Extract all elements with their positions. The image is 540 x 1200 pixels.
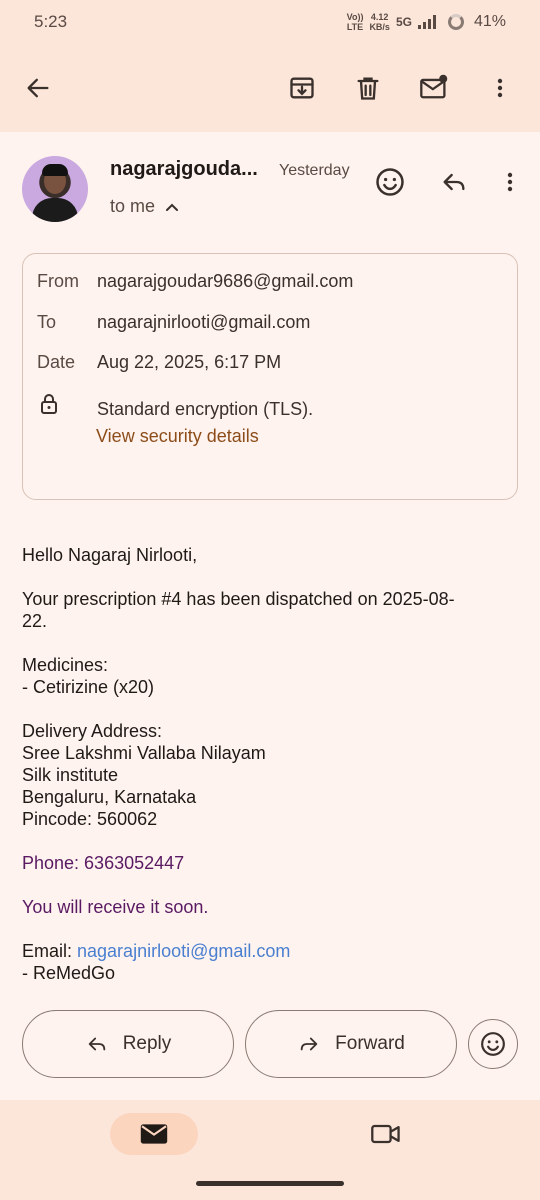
reply-icon[interactable] xyxy=(434,162,474,202)
battery-percent: 41% xyxy=(473,13,506,30)
from-label: From xyxy=(37,271,79,291)
network-type: 5G xyxy=(395,15,412,29)
video-camera-icon xyxy=(371,1124,400,1144)
back-arrow-icon[interactable] xyxy=(18,68,58,108)
chevron-up-icon xyxy=(166,203,179,211)
status-icons: Vo)) LTE 4.12 KB/s 5G 41% xyxy=(347,12,506,32)
message-time: Yesterday xyxy=(279,162,350,179)
network-speed: 4.12 KB/s xyxy=(369,12,390,32)
to-value[interactable]: nagarajnirlooti@gmail.com xyxy=(97,312,310,332)
reply-label: Reply xyxy=(122,1033,172,1054)
phone-line: Phone: 6363052447 xyxy=(22,853,185,873)
medicines-paragraph: Medicines: - Cetirizine (x20) xyxy=(22,654,522,698)
email-link[interactable]: nagarajnirlooti@gmail.com xyxy=(77,941,290,961)
signal-icon xyxy=(417,15,436,29)
receive-line: You will receive it soon. xyxy=(22,897,209,917)
sender-name[interactable]: nagarajgouda... xyxy=(110,158,258,181)
reply-actions: Reply Forward xyxy=(22,1010,522,1078)
address-label: Delivery Address: xyxy=(22,721,163,741)
message-details-card: From nagarajgoudar9686@gmail.com To nagara… xyxy=(22,253,518,500)
from-value[interactable]: nagarajgoudar9686@gmail.com xyxy=(97,271,353,291)
date-label: Date xyxy=(37,352,76,372)
emoji-react-icon[interactable] xyxy=(370,162,410,202)
detail-from: From nagarajgoudar9686@gmail.com xyxy=(37,271,353,292)
lock-icon xyxy=(37,393,97,420)
nav-meet-tab[interactable] xyxy=(366,1116,406,1152)
dispatch-paragraph: Your prescription #4 has been dispatched… xyxy=(22,588,522,632)
recipient-toggle[interactable]: to me xyxy=(110,196,179,217)
emoji-react-button[interactable] xyxy=(468,1019,518,1069)
to-label: To xyxy=(37,312,57,332)
address-paragraph: Delivery Address: Sree Lakshmi Vallaba N… xyxy=(22,720,522,830)
mail-icon xyxy=(140,1124,168,1144)
detail-to: To nagarajnirlooti@gmail.com xyxy=(37,312,310,333)
forward-icon xyxy=(300,1037,318,1051)
top-toolbar xyxy=(0,44,540,132)
dispatch-line-2: 22. xyxy=(22,611,48,631)
forward-button[interactable]: Forward xyxy=(245,1010,457,1078)
address-line: Silk institute xyxy=(22,765,119,785)
greeting: Hello Nagaraj Nirlooti, xyxy=(22,545,198,565)
bottom-navigation xyxy=(0,1100,540,1200)
archive-icon[interactable] xyxy=(282,68,322,108)
more-vert-icon[interactable] xyxy=(498,162,522,202)
avatar[interactable] xyxy=(22,156,88,222)
encryption-text: Standard encryption (TLS). xyxy=(97,399,314,419)
sender-header: nagarajgouda... Yesterday to me xyxy=(22,150,522,230)
detail-date: Date Aug 22, 2025, 6:17 PM xyxy=(37,352,281,373)
medicines-label: Medicines: xyxy=(22,655,109,675)
medicine-item: - Cetirizine (x20) xyxy=(22,677,155,697)
email-paragraph: Email: nagarajnirlooti@gmail.com - ReMed… xyxy=(22,940,522,984)
status-bar: 5:23 Vo)) LTE 4.12 KB/s 5G 41% xyxy=(0,0,540,44)
email-label: Email: xyxy=(22,941,78,961)
to-me-label: to me xyxy=(110,196,156,216)
emoji-icon xyxy=(481,1032,505,1056)
nav-mail-tab[interactable] xyxy=(110,1113,198,1155)
view-security-details-link[interactable]: View security details xyxy=(96,426,259,447)
volte-indicator: Vo)) LTE xyxy=(346,12,364,32)
reply-button[interactable]: Reply xyxy=(22,1010,234,1078)
address-line: Bengaluru, Karnataka xyxy=(22,787,197,807)
dispatch-line-1: Your prescription #4 has been dispatched… xyxy=(22,589,455,609)
address-line: Sree Lakshmi Vallaba Nilayam xyxy=(22,743,266,763)
battery-icon xyxy=(447,14,464,30)
more-vert-icon[interactable] xyxy=(480,68,520,108)
date-value: Aug 22, 2025, 6:17 PM xyxy=(97,352,282,372)
delete-icon[interactable] xyxy=(348,68,388,108)
reply-icon xyxy=(88,1037,105,1051)
pincode: Pincode: 560062 xyxy=(22,809,158,829)
signature: - ReMedGo xyxy=(22,963,116,983)
forward-label: Forward xyxy=(335,1033,405,1054)
mark-unread-icon[interactable] xyxy=(414,68,454,108)
message-body: Hello Nagaraj Nirlooti, Your prescriptio… xyxy=(22,544,522,1006)
status-time: 5:23 xyxy=(34,12,68,31)
detail-encryption: Standard encryption (TLS). xyxy=(37,393,313,420)
home-indicator[interactable] xyxy=(196,1181,344,1186)
